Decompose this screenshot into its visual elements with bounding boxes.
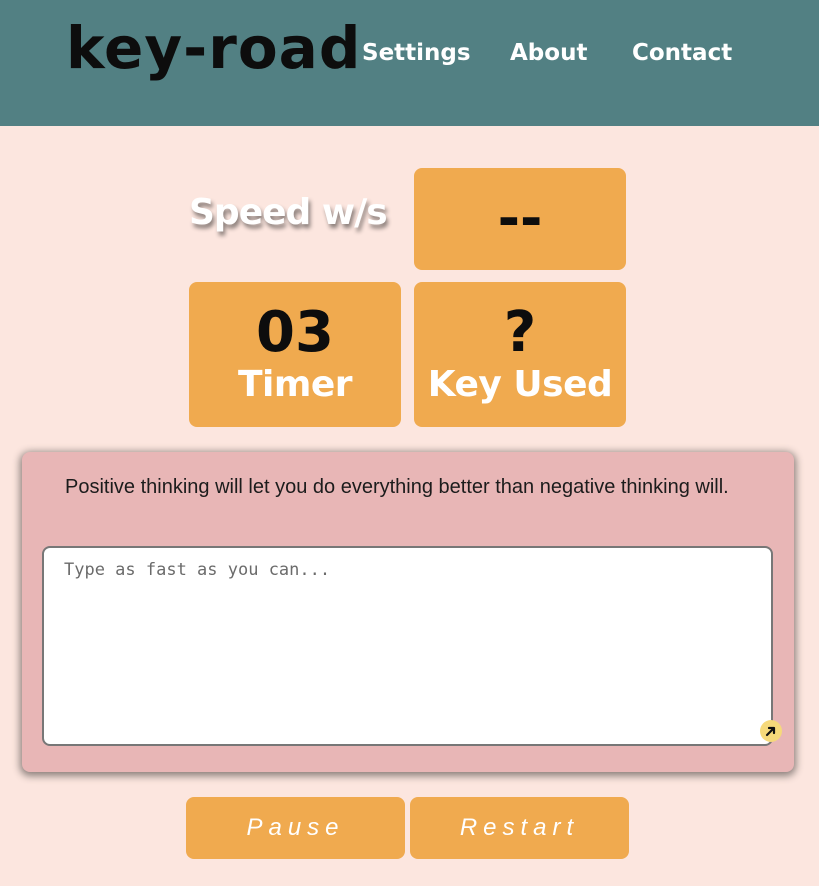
speed-label: Speed w/s (189, 192, 388, 233)
pause-button[interactable]: Pause (186, 797, 405, 859)
site-logo[interactable]: key-road (66, 14, 361, 82)
key-used-value: ? (503, 300, 537, 365)
speed-value: -- (497, 187, 543, 250)
typing-panel: Positive thinking will let you do everyt… (22, 452, 794, 772)
nav-about-link[interactable]: About (510, 40, 587, 66)
nav-settings-link[interactable]: Settings (362, 40, 471, 66)
speed-tile: -- (414, 168, 626, 270)
site-header: key-road Settings About Contact (0, 0, 819, 126)
timer-value: 03 (256, 300, 334, 365)
typing-input[interactable] (42, 546, 773, 746)
quote-text: Positive thinking will let you do everyt… (65, 476, 729, 498)
nav-contact-link[interactable]: Contact (632, 40, 732, 66)
resize-handle-icon[interactable] (760, 720, 782, 742)
timer-label: Timer (237, 364, 353, 405)
restart-button[interactable]: Restart (410, 797, 629, 859)
key-used-label: Key Used (427, 364, 613, 405)
timer-tile: 03 Timer (189, 282, 401, 427)
key-used-tile: ? Key Used (414, 282, 626, 427)
